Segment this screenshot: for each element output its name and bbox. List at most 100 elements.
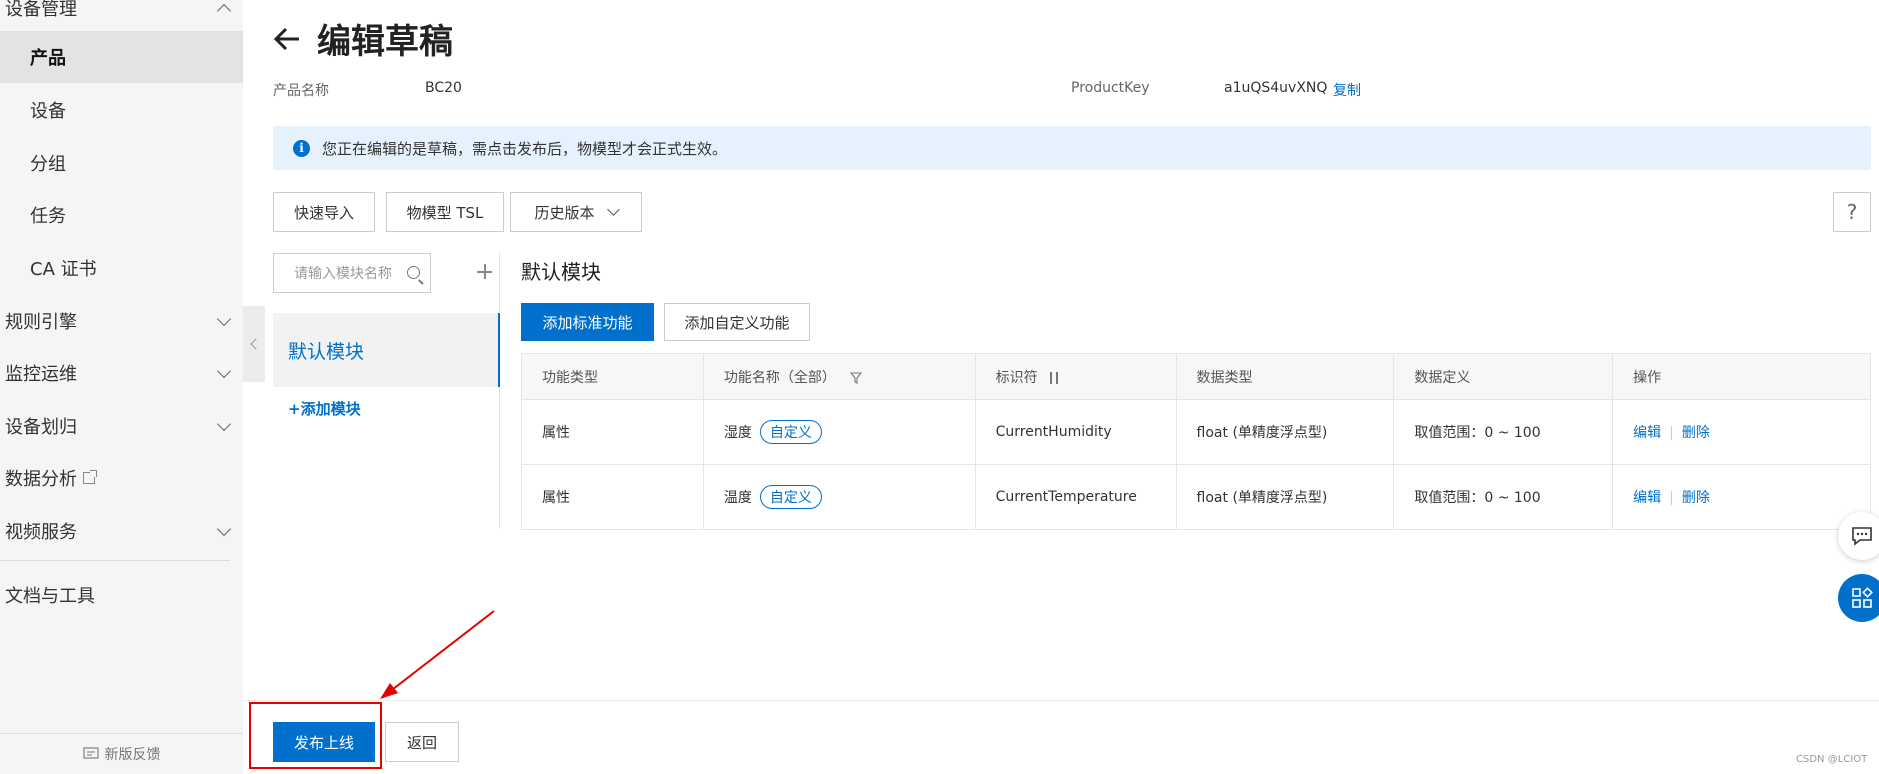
- add-module-link[interactable]: +添加模块: [288, 398, 361, 419]
- chevron-down-icon: [216, 521, 232, 537]
- info-icon: i: [293, 139, 310, 157]
- sidebar-item-monitoring[interactable]: 监控运维: [0, 347, 243, 399]
- filter-icon[interactable]: [850, 371, 863, 384]
- module-panel-divider: [499, 252, 500, 529]
- sidebar-item-device-assign[interactable]: 设备划归: [0, 400, 243, 452]
- add-module-plus-icon[interactable]: [475, 262, 495, 282]
- cell-identifier: CurrentHumidity: [974, 399, 1177, 465]
- external-link-icon: [83, 470, 97, 484]
- history-label: 历史版本: [534, 203, 595, 222]
- copy-link[interactable]: 复制: [1333, 80, 1361, 100]
- sidebar-item-label: 设备: [30, 101, 66, 122]
- cell-definition: 取值范围：0 ~ 100: [1393, 399, 1614, 465]
- help-icon: ?: [1846, 200, 1858, 224]
- help-button[interactable]: ?: [1833, 192, 1871, 232]
- quick-import-button[interactable]: 快速导入: [273, 192, 375, 232]
- cell-identifier: CurrentTemperature: [974, 464, 1177, 530]
- tsl-button[interactable]: 物模型 TSL: [386, 192, 504, 232]
- action-separator: |: [1669, 490, 1674, 506]
- chevron-down-icon: [216, 363, 232, 379]
- section-title: 默认模块: [521, 260, 601, 284]
- function-name: 湿度: [723, 425, 752, 441]
- module-item-default[interactable]: 默认模块: [273, 313, 500, 387]
- module-item-label: 默认模块: [288, 340, 365, 363]
- col-header-identifier-label: 标识符: [995, 369, 1038, 386]
- sidebar-item-docs-tools[interactable]: 文档与工具: [0, 569, 243, 621]
- action-separator: |: [1669, 425, 1674, 441]
- chat-float-button[interactable]: [1838, 512, 1879, 560]
- custom-tag: 自定义: [759, 420, 822, 444]
- add-standard-function-button[interactable]: 添加标准功能: [521, 303, 654, 341]
- product-key-value: a1uQS4uvXNQ: [1224, 80, 1328, 96]
- sort-icon[interactable]: [1048, 371, 1060, 384]
- col-header-definition: 数据定义: [1393, 353, 1614, 400]
- quick-import-label: 快速导入: [293, 203, 354, 222]
- back-label: 返回: [406, 733, 437, 752]
- edit-link[interactable]: 编辑: [1633, 425, 1661, 441]
- sidebar-item-label: 产品: [30, 48, 66, 69]
- cell-type: 属性: [521, 399, 704, 465]
- cell-name: 温度 自定义: [702, 464, 976, 530]
- back-arrow-icon[interactable]: [273, 22, 301, 56]
- add-custom-label: 添加自定义功能: [684, 313, 790, 332]
- cell-name: 湿度 自定义: [702, 399, 976, 465]
- sidebar-item-ca-cert[interactable]: CA 证书: [0, 242, 243, 294]
- module-search-placeholder: 请输入模块名称: [294, 266, 392, 282]
- search-icon[interactable]: [407, 266, 420, 279]
- sidebar: 设备管理 产品 设备 分组 任务 CA 证书 规则引擎 监控运维 设备划归 数据…: [0, 0, 243, 774]
- sidebar-item-group[interactable]: 分组: [0, 137, 243, 189]
- col-header-name[interactable]: 功能名称（全部）: [702, 353, 976, 400]
- product-name-value: BC20: [425, 80, 462, 96]
- col-header-identifier[interactable]: 标识符: [974, 353, 1177, 400]
- feedback-link[interactable]: 新版反馈: [0, 733, 243, 774]
- annotation-arrow-icon: [380, 610, 495, 699]
- history-version-dropdown[interactable]: 历史版本: [510, 192, 642, 232]
- sidebar-item-label: 数据分析: [5, 469, 77, 490]
- cell-actions: 编辑 | 删除: [1612, 399, 1871, 465]
- add-custom-function-button[interactable]: 添加自定义功能: [664, 303, 810, 341]
- product-name-label: 产品名称: [273, 83, 329, 99]
- chevron-up-icon: [216, 3, 232, 19]
- cell-actions: 编辑 | 删除: [1612, 464, 1871, 530]
- apps-float-button[interactable]: [1838, 574, 1879, 622]
- add-standard-label: 添加标准功能: [542, 313, 633, 332]
- sidebar-item-label: 规则引擎: [5, 312, 77, 333]
- chevron-down-icon: [216, 311, 232, 327]
- watermark: CSDN @LCIOT: [1796, 754, 1868, 765]
- chat-icon: [1852, 527, 1872, 546]
- chevron-down-icon: [606, 203, 620, 216]
- feedback-icon: [82, 747, 99, 759]
- col-header-data-type: 数据类型: [1175, 353, 1395, 400]
- cell-data-type: float (单精度浮点型): [1175, 399, 1395, 465]
- function-table: 功能类型 功能名称（全部） 标识符 数据类型 数据定义 操作 属性 湿度 自定义…: [521, 353, 1871, 530]
- sidebar-item-label: 分组: [30, 154, 66, 175]
- sidebar-item-label: 任务: [30, 206, 66, 227]
- delete-link[interactable]: 删除: [1682, 490, 1710, 506]
- back-button[interactable]: 返回: [385, 722, 459, 762]
- sidebar-item-label: 文档与工具: [5, 586, 95, 607]
- sidebar-item-device[interactable]: 设备: [0, 84, 243, 136]
- chevron-down-icon: [216, 416, 232, 432]
- sidebar-item-rule-engine[interactable]: 规则引擎: [0, 295, 243, 347]
- delete-link[interactable]: 删除: [1682, 425, 1710, 441]
- sidebar-item-video-service[interactable]: 视频服务: [0, 505, 243, 557]
- function-name: 温度: [723, 490, 752, 506]
- cell-type: 属性: [521, 464, 704, 530]
- cell-definition: 取值范围：0 ~ 100: [1393, 464, 1614, 530]
- sidebar-group-label: 设备管理: [5, 0, 77, 20]
- product-key-label: ProductKey: [1071, 80, 1150, 96]
- module-search-input[interactable]: 请输入模块名称: [273, 253, 431, 293]
- sidebar-group-device-management[interactable]: 设备管理: [0, 0, 243, 34]
- sidebar-divider: [0, 560, 230, 561]
- sidebar-item-data-analysis[interactable]: 数据分析: [0, 452, 243, 504]
- feedback-label: 新版反馈: [104, 747, 161, 763]
- sidebar-item-task[interactable]: 任务: [0, 189, 243, 241]
- sidebar-item-label: 监控运维: [5, 364, 77, 385]
- custom-tag: 自定义: [759, 485, 822, 509]
- tsl-label: 物模型 TSL: [406, 203, 484, 222]
- edit-link[interactable]: 编辑: [1633, 490, 1661, 506]
- col-header-name-label: 功能名称（全部）: [723, 369, 836, 386]
- table-row: 属性 湿度 自定义 CurrentHumidity float (单精度浮点型) …: [521, 399, 1871, 465]
- sidebar-item-product[interactable]: 产品: [0, 31, 243, 83]
- annotation-highlight-box: [249, 702, 382, 769]
